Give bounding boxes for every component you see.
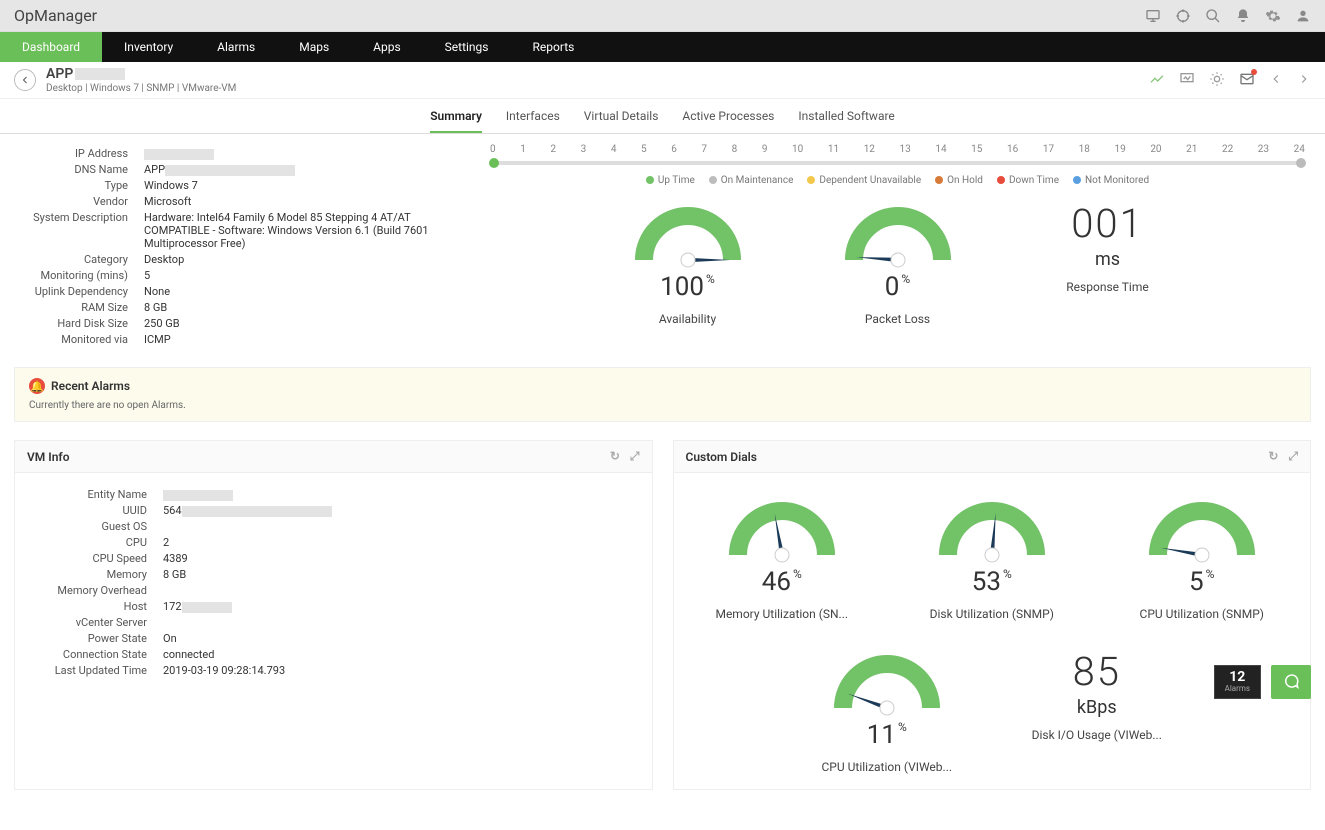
legend-item: Down Time [997,175,1059,186]
sun-icon[interactable] [1209,71,1225,90]
back-button[interactable] [14,69,36,91]
alarms-body: Currently there are no open Alarms. [29,400,1296,411]
gear-icon[interactable] [1265,8,1281,24]
device-title: APP [46,66,236,82]
vm-info-panel: VM Info ↻ ⤢ Entity Name UUID564 Guest OS CP… [14,440,653,790]
nav-settings[interactable]: Settings [423,32,511,62]
tab-active-processes[interactable]: Active Processes [682,109,774,133]
device-action-bar [1149,71,1311,90]
gauge-card: 46%Memory Utilization (SN... [707,495,857,624]
gauge-card: 001msResponse Time [1033,200,1183,329]
legend-item: Up Time [646,175,695,186]
gauge-card: 53%Disk Utilization (SNMP) [917,495,1067,624]
info-row: Guest OS [29,520,638,533]
prev-icon[interactable] [1269,72,1283,89]
info-row: Hard Disk Size250 GB [14,317,464,330]
info-row: Uplink DependencyNone [14,285,464,298]
bell-icon[interactable] [1235,8,1251,24]
info-row: Host172 [29,600,638,613]
info-row: Monitoring (mins)5 [14,269,464,282]
target-icon[interactable] [1175,8,1191,24]
info-row: Connection Stateconnected [29,648,638,661]
refresh-icon[interactable]: ↻ [610,449,620,464]
info-row: Memory8 GB [29,568,638,581]
info-row: CategoryDesktop [14,253,464,266]
nav-alarms[interactable]: Alarms [195,32,277,62]
hour-scale: 0123456789101112131415161718192021222324 [484,144,1311,155]
info-row: vCenter Server [29,616,638,629]
legend-item: On Maintenance [709,175,794,186]
info-row: CPU Speed4389 [29,552,638,565]
chart-icon[interactable] [1149,71,1165,90]
availability-dashboard: 0123456789101112131415161718192021222324… [484,144,1311,349]
vm-info-title: VM Info [27,450,70,464]
nav-dashboard[interactable]: Dashboard [0,32,102,62]
user-icon[interactable] [1295,8,1311,24]
status-legend: Up Time On Maintenance Dependent Unavailab… [484,175,1311,186]
legend-item: Not Monitored [1073,175,1149,186]
gauge-card: 5%CPU Utilization (SNMP) [1127,495,1277,624]
device-header: APP Desktop | Windows 7 | SNMP | VMware-… [0,62,1325,99]
tab-interfaces[interactable]: Interfaces [506,109,560,133]
brand-title: OpManager [14,6,97,25]
info-row: VendorMicrosoft [14,195,464,208]
custom-gauge-row-2: 11%CPU Utilization (VIWeb... 85kBpsDisk I… [688,648,1297,777]
info-row: Power StateOn [29,632,638,645]
monitor-small-icon[interactable] [1179,71,1195,90]
info-row: Monitored viaICMP [14,333,464,346]
gauge-card: 85kBpsDisk I/O Usage (VIWeb... [1022,648,1172,777]
alarms-count-badge[interactable]: 12 Alarms [1214,665,1261,699]
custom-dials-panel: Custom Dials ↻ ⤢ 46%Memory Utilization (… [673,440,1312,790]
expand-icon[interactable]: ⤢ [1288,449,1298,464]
footer-actions: 12 Alarms [1214,665,1311,699]
tab-installed-software[interactable]: Installed Software [798,109,894,133]
slider-start-handle[interactable] [489,158,499,168]
nav-apps[interactable]: Apps [351,32,423,62]
gauge-card: 11%CPU Utilization (VIWeb... [812,648,962,777]
refresh-icon[interactable]: ↻ [1268,449,1278,464]
monitor-icon[interactable] [1145,8,1161,24]
info-row: DNS NameAPP [14,163,464,176]
info-row: System DescriptionHardware: Intel64 Fami… [14,211,464,250]
expand-icon[interactable]: ⤢ [630,449,640,464]
tab-virtual-details[interactable]: Virtual Details [584,109,659,133]
info-row: TypeWindows 7 [14,179,464,192]
top-gauge-row: 100%Availability 0%Packet Loss 001msRespon… [484,200,1311,329]
alarms-title: Recent Alarms [51,379,130,393]
info-row: UUID564 [29,504,638,517]
info-row: Entity Name [29,488,638,501]
gauge-card: 0%Packet Loss [823,200,973,329]
legend-item: Dependent Unavailable [807,175,921,186]
info-row: Memory Overhead [29,584,638,597]
nav-inventory[interactable]: Inventory [102,32,195,62]
mail-icon[interactable] [1239,71,1255,90]
detail-tabs: Summary Interfaces Virtual Details Active P… [0,99,1325,134]
chat-button[interactable] [1271,665,1311,699]
search-icon[interactable] [1205,8,1221,24]
gauge-card: 100%Availability [613,200,763,329]
top-icon-bar [1145,8,1311,24]
nav-maps[interactable]: Maps [277,32,351,62]
info-row: Last Updated Time2019-03-19 09:28:14.793 [29,664,638,677]
system-info: IP Address DNS NameAPP TypeWindows 7 Vendor… [14,144,464,349]
info-row: CPU2 [29,536,638,549]
time-slider[interactable] [492,161,1303,165]
next-icon[interactable] [1297,72,1311,89]
info-row: IP Address [14,147,464,160]
slider-end-handle[interactable] [1296,158,1306,168]
device-subtitle: Desktop | Windows 7 | SNMP | VMware-VM [46,83,236,94]
alarm-bell-icon: 🔔 [29,378,45,394]
tab-summary[interactable]: Summary [430,109,482,133]
custom-gauge-row-1: 46%Memory Utilization (SN... 53%Disk Util… [688,495,1297,624]
legend-item: On Hold [935,175,983,186]
info-row: RAM Size8 GB [14,301,464,314]
top-header: OpManager [0,0,1325,32]
main-nav: DashboardInventoryAlarmsMapsAppsSettings… [0,32,1325,62]
custom-dials-title: Custom Dials [686,450,757,464]
recent-alarms-panel: 🔔 Recent Alarms Currently there are no o… [14,367,1311,422]
nav-reports[interactable]: Reports [511,32,597,62]
